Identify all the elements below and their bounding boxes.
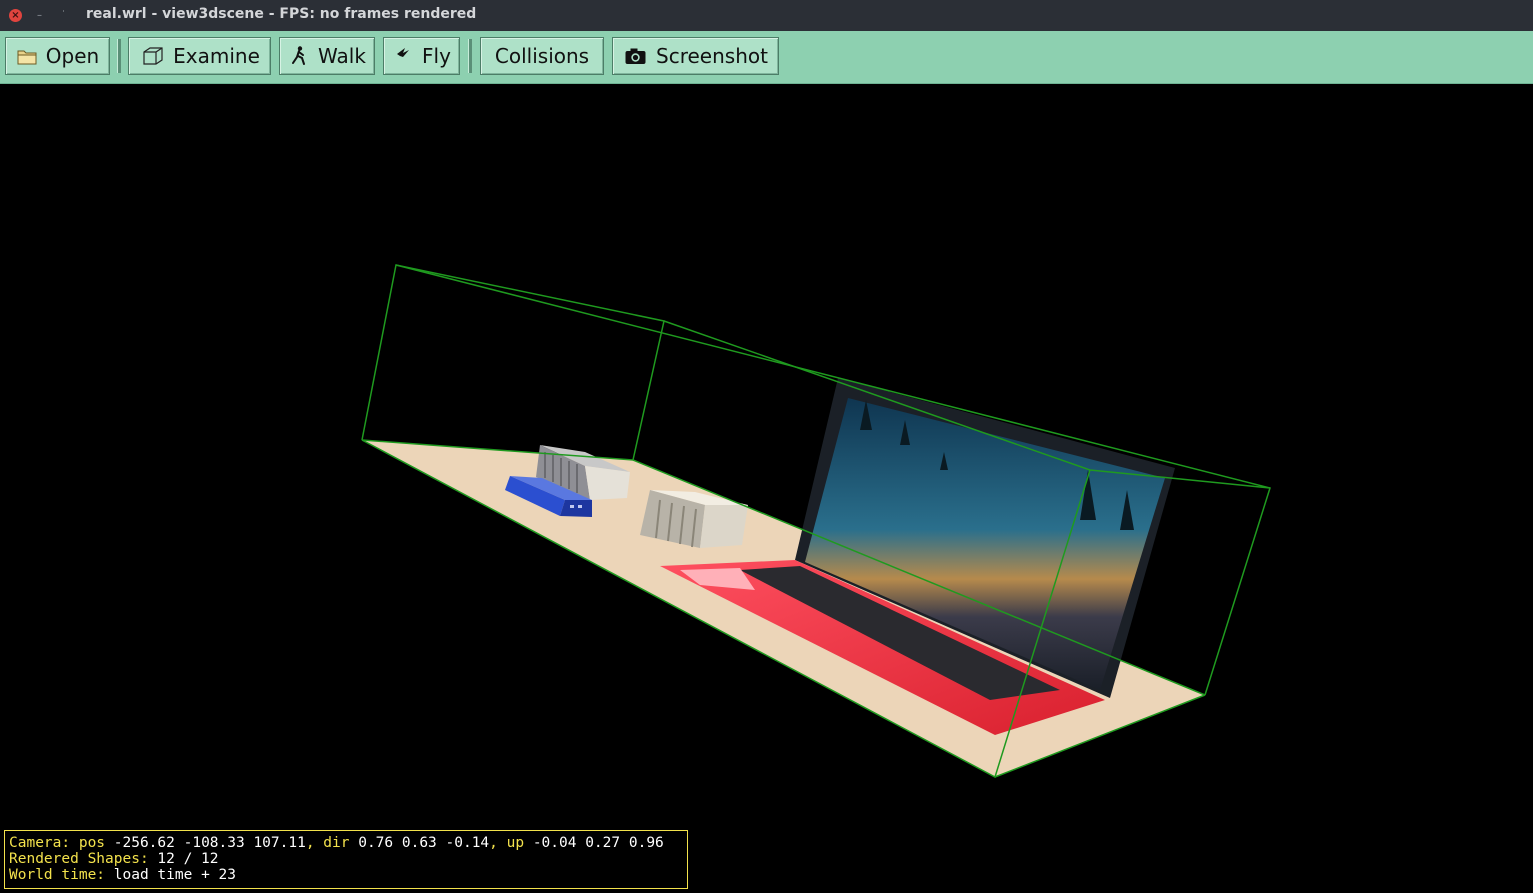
toolbar: Open Examine Walk Fly Collisions Screens… [0,31,1533,84]
examine-label: Examine [173,44,260,68]
open-button[interactable]: Open [5,37,110,75]
fly-button[interactable]: Fly [383,37,460,75]
fly-label: Fly [422,44,451,68]
fly-icon [395,48,410,63]
collisions-button[interactable]: Collisions [480,37,604,75]
camera-line: Camera: pos -256.62 -108.33 107.11, dir … [9,835,664,851]
toolbar-separator [468,39,472,73]
minimize-icon[interactable]: – [33,9,46,22]
examine-button[interactable]: Examine [128,37,271,75]
3d-viewport[interactable] [0,84,1533,893]
walk-label: Walk [318,44,366,68]
world-time-line: World time: load time + 23 [9,867,236,883]
status-overlay: Camera: pos -256.62 -108.33 107.11, dir … [4,830,688,889]
collisions-label: Collisions [494,44,590,68]
window-title: real.wrl - view3dscene - FPS: no frames … [86,6,477,22]
screenshot-button[interactable]: Screenshot [612,37,779,75]
window-titlebar: × – ˙ real.wrl - view3dscene - FPS: no f… [0,0,1533,31]
walk-button[interactable]: Walk [279,37,375,75]
toolbar-separator [117,39,121,73]
screenshot-label: Screenshot [656,44,768,68]
folder-icon [17,50,37,65]
scene-render [361,264,1271,779]
cube-icon [143,47,163,65]
restore-icon[interactable]: ˙ [57,9,70,22]
close-icon[interactable]: × [9,9,22,22]
camera-icon [625,48,646,64]
open-label: Open [45,44,100,68]
walk-icon [292,46,306,65]
rendered-shapes-line: Rendered Shapes: 12 / 12 [9,851,219,867]
